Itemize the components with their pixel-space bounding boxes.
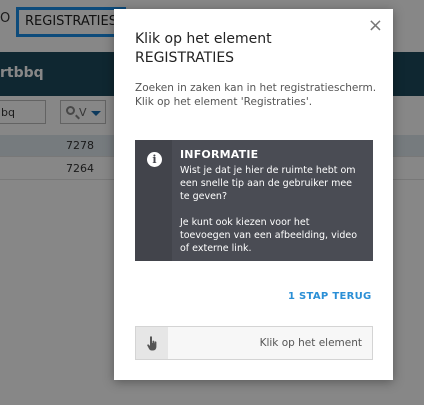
dialog-title: Klik op het element REGISTRATIES <box>135 30 355 68</box>
step-back-link[interactable]: 1 STAP TERUG <box>288 291 372 302</box>
click-element-action[interactable]: Klik op het element <box>135 326 373 360</box>
close-icon[interactable]: × <box>368 15 383 36</box>
action-icon-box <box>136 327 168 359</box>
info-line: of externe link. <box>180 243 252 254</box>
dialog-description: Zoeken in zaken kan in het registratiesc… <box>135 81 380 109</box>
walkthrough-dialog: × Klik op het element REGISTRATIES Zoeke… <box>114 9 393 380</box>
info-line: een snelle tip aan de gebruiker mee <box>180 178 353 189</box>
info-line: te geven? <box>180 191 227 202</box>
info-box: i INFORMATIE Wist je dat je hier de ruim… <box>135 140 373 261</box>
info-text-media: Je kunt ook kiezen voor het toevoegen va… <box>180 216 370 255</box>
description-line: Klik op het element 'Registraties'. <box>135 96 313 108</box>
dialog-title-line: REGISTRATIES <box>135 50 235 66</box>
info-text-tip: Wist je dat je hier de ruimte hebt om ee… <box>180 164 370 203</box>
info-heading: INFORMATIE <box>180 148 259 161</box>
info-line: Je kunt ook kiezen voor het <box>180 217 310 228</box>
info-icon-strip: i <box>135 140 172 261</box>
hand-pointer-icon <box>147 336 157 351</box>
info-line: Wist je dat je hier de ruimte hebt om <box>180 165 356 176</box>
description-line: Zoeken in zaken kan in het registratiesc… <box>135 82 377 94</box>
action-label: Klik op het element <box>259 337 362 349</box>
dialog-title-line: Klik op het element <box>135 31 272 47</box>
info-icon: i <box>147 152 162 167</box>
info-line: toevoegen van een afbeelding, video <box>180 230 358 241</box>
